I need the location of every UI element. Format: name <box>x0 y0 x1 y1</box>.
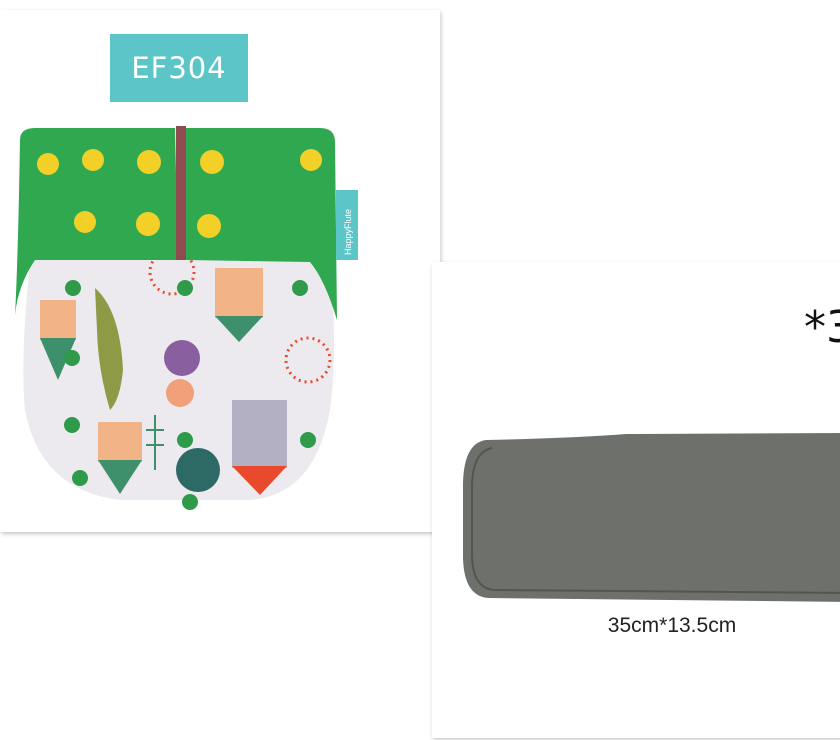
product-image-card-insert: *3 35cm*13.5cm <box>432 262 840 738</box>
product-code-text: EF304 <box>131 51 227 85</box>
quantity-label: *3 <box>804 302 840 353</box>
charcoal-insert-image <box>463 433 840 602</box>
product-code-badge: EF304 <box>110 34 248 102</box>
product-image-card-diaper: EF304 HappyFlute <box>0 10 440 532</box>
brand-tag-text: HappyFlute <box>343 209 353 255</box>
insert-dimensions: 35cm*13.5cm <box>607 614 737 637</box>
cloth-diaper-image: HappyFlute <box>15 126 358 510</box>
